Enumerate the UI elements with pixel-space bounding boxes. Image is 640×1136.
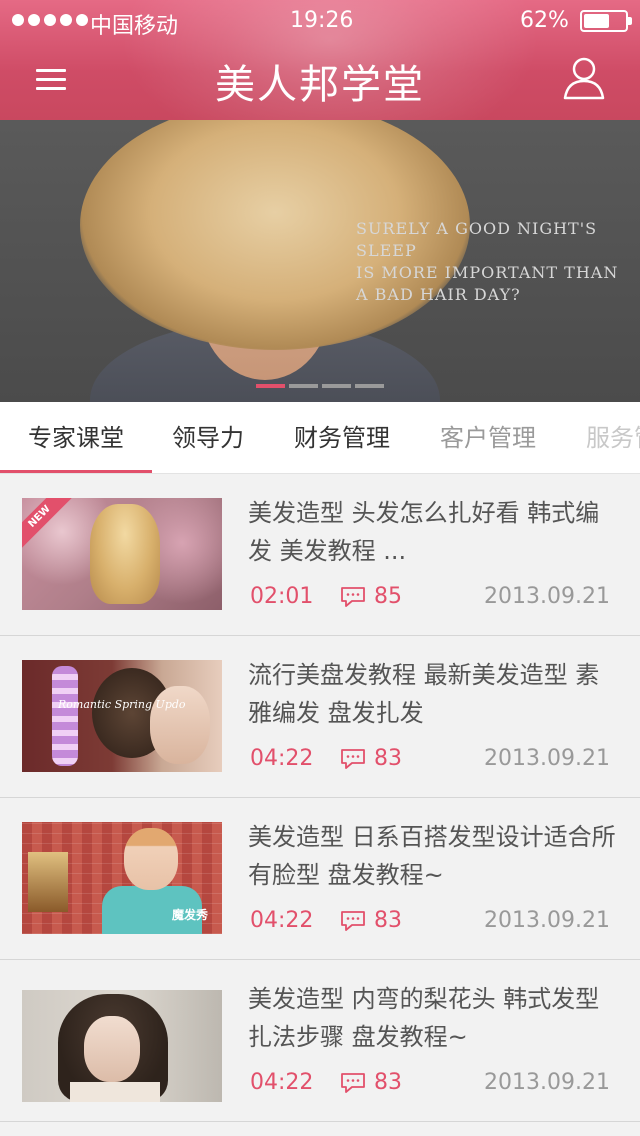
tab-label: 客户管理 [440, 424, 536, 452]
app-header: 中国移动 19:26 62% 美人邦学堂 [0, 0, 640, 120]
carousel-dot-3[interactable] [322, 384, 351, 388]
tab-finance[interactable]: 财务管理 [294, 402, 390, 473]
page-title: 美人邦学堂 [215, 62, 425, 108]
video-meta: 04:22 83 2013.09.21 [248, 1070, 618, 1100]
battery-percentage: 62% [520, 8, 569, 33]
video-duration: 02:01 [250, 584, 314, 609]
tab-leadership[interactable]: 领导力 [172, 402, 244, 473]
list-item[interactable]: Romantic Spring Updo 流行美盘发教程 最新美发造型 素雅编发… [0, 636, 640, 798]
nav-bar: 美人邦学堂 [0, 40, 640, 120]
tab-customer[interactable]: 客户管理 [440, 402, 536, 473]
thumbnail-caption: 魔发秀 [172, 908, 209, 922]
list-item[interactable]: 美发造型 内弯的梨花头 韩式发型扎法步骤 盘发教程~ 04:22 83 2013… [0, 960, 640, 1122]
comment-count: 85 [340, 584, 402, 609]
list-item[interactable]: 魔发秀 美发造型 日系百搭发型设计适合所有脸型 盘发教程~ 04:22 83 2… [0, 798, 640, 960]
video-thumbnail[interactable]: NEW [22, 498, 222, 610]
comment-count: 83 [340, 1070, 402, 1095]
tab-service[interactable]: 服务管 [586, 402, 640, 473]
publish-date: 2013.09.21 [484, 746, 610, 771]
tab-expert-class[interactable]: 专家课堂 [0, 402, 152, 473]
carousel-dot-2[interactable] [289, 384, 318, 388]
video-duration: 04:22 [250, 746, 314, 771]
carousel-dot-4[interactable] [355, 384, 384, 388]
clock: 19:26 [290, 8, 354, 33]
carousel-indicator[interactable] [256, 384, 384, 388]
video-thumbnail[interactable] [22, 990, 222, 1102]
video-title: 美发造型 内弯的梨花头 韩式发型扎法步骤 盘发教程~ [248, 985, 600, 1051]
video-meta: 04:22 83 2013.09.21 [248, 746, 618, 776]
banner-tagline-line: IS MORE IMPORTANT THAN [356, 263, 619, 282]
hero-banner[interactable]: SURELY A GOOD NIGHT'S SLEEP IS MORE IMPO… [0, 120, 640, 402]
comment-count-value: 83 [374, 908, 402, 933]
video-title: 美发造型 头发怎么扎好看 韩式编发 美发教程 ... [248, 499, 600, 565]
list-item[interactable]: NEW 美发造型 头发怎么扎好看 韩式编发 美发教程 ... 02:01 85 … [0, 474, 640, 636]
signal-strength-icon [12, 14, 88, 26]
publish-date: 2013.09.21 [484, 908, 610, 933]
tab-label: 财务管理 [294, 424, 390, 452]
thumbnail-caption: Romantic Spring Updo [58, 698, 186, 711]
publish-date: 2013.09.21 [484, 584, 610, 609]
video-duration: 04:22 [250, 908, 314, 933]
tab-label: 服务管 [586, 424, 640, 452]
carousel-dot-1[interactable] [256, 384, 285, 388]
status-bar: 中国移动 19:26 62% [0, 0, 640, 40]
comment-icon [341, 586, 365, 607]
comment-count-value: 83 [374, 1070, 402, 1095]
banner-tagline: SURELY A GOOD NIGHT'S SLEEP IS MORE IMPO… [356, 218, 636, 306]
video-thumbnail[interactable]: 魔发秀 [22, 822, 222, 934]
banner-tagline-line: SURELY A GOOD NIGHT'S SLEEP [356, 219, 598, 260]
video-title: 流行美盘发教程 最新美发造型 素雅编发 盘发扎发 [248, 661, 600, 727]
video-meta: 02:01 85 2013.09.21 [248, 584, 618, 614]
comment-count-value: 83 [374, 746, 402, 771]
comment-icon [341, 910, 365, 931]
comment-icon [341, 1072, 365, 1093]
video-thumbnail[interactable]: Romantic Spring Updo [22, 660, 222, 772]
video-duration: 04:22 [250, 1070, 314, 1095]
comment-count: 83 [340, 746, 402, 771]
tab-label: 领导力 [172, 424, 244, 452]
tab-label: 专家课堂 [28, 424, 124, 452]
video-meta: 04:22 83 2013.09.21 [248, 908, 618, 938]
comment-count-value: 85 [374, 584, 402, 609]
video-title: 美发造型 日系百搭发型设计适合所有脸型 盘发教程~ [248, 823, 616, 889]
user-profile-icon[interactable] [560, 54, 608, 102]
category-tabs: 专家课堂 领导力 财务管理 客户管理 服务管 [0, 402, 640, 474]
comment-count: 83 [340, 908, 402, 933]
banner-tagline-line: A BAD HAIR DAY? [356, 285, 521, 304]
comment-icon [341, 748, 365, 769]
battery-icon [580, 10, 632, 32]
carrier-name: 中国移动 [90, 14, 179, 39]
publish-date: 2013.09.21 [484, 1070, 610, 1095]
